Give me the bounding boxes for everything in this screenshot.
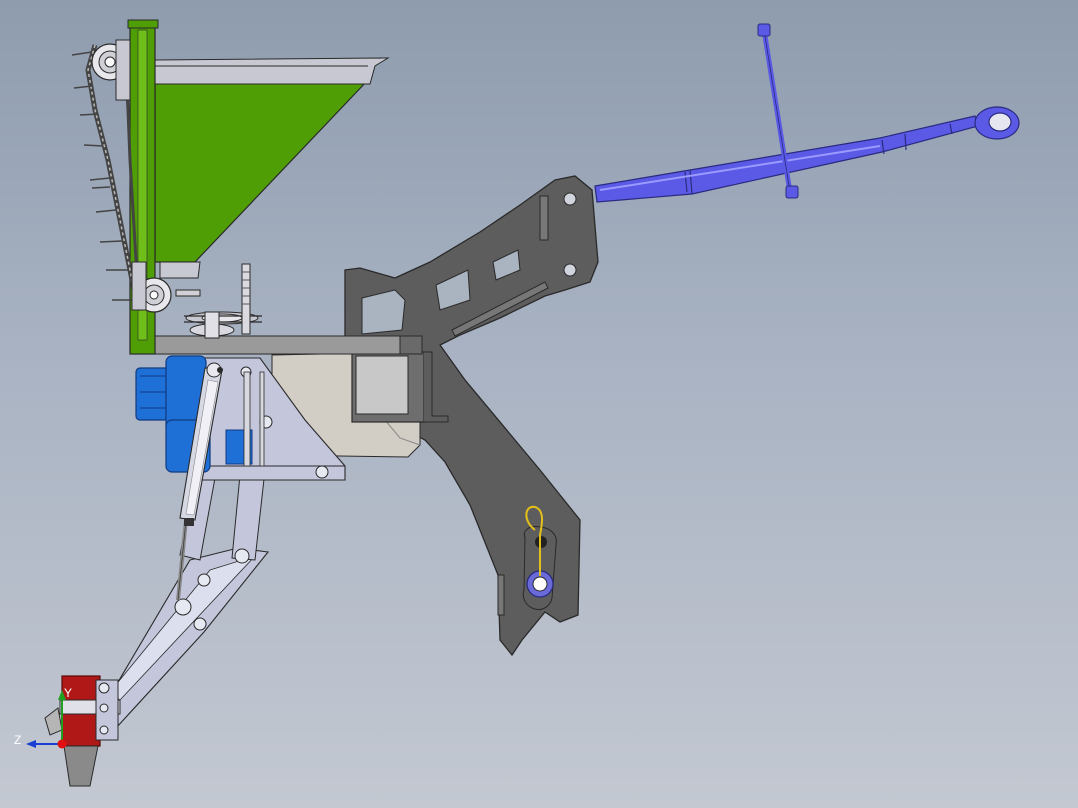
top-link[interactable] [594,23,1020,203]
ground-tool[interactable] [44,675,121,787]
upper-sprocket [91,39,131,101]
z-axis-label: Z [14,733,21,747]
assembly-model[interactable]: Y Z [0,0,1078,808]
cad-viewport[interactable]: Y Z [0,0,1078,808]
y-axis-label: Y [64,686,72,700]
z-axis-arrow [26,740,36,748]
base-plate [129,335,423,355]
x-axis-dot [57,739,67,749]
base-plate-end [399,335,423,355]
